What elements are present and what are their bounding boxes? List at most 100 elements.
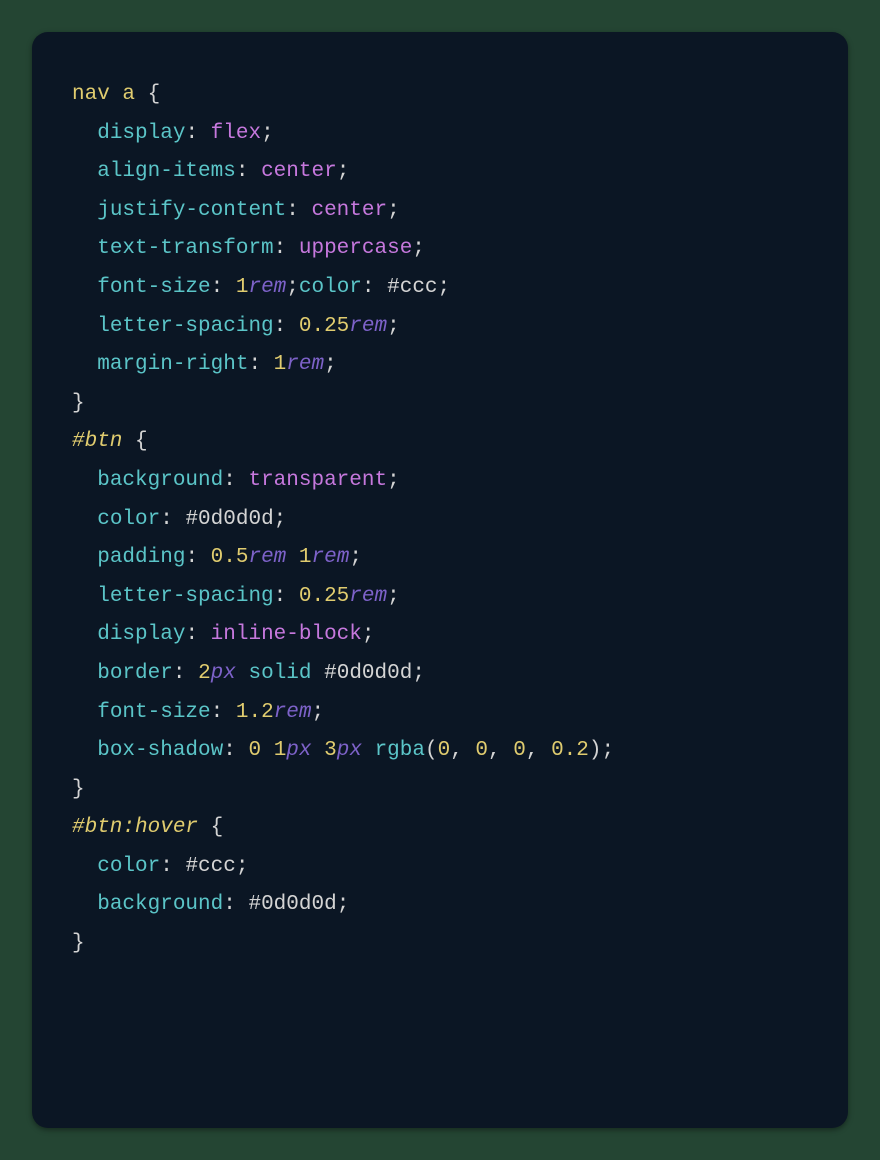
- code-token: :: [223, 469, 248, 492]
- code-token: 0.2: [551, 739, 589, 762]
- code-token: :: [274, 237, 299, 260]
- code-token: {: [198, 816, 223, 839]
- code-token: :: [248, 353, 273, 376]
- code-token: :: [160, 855, 185, 878]
- code-token: #0d0d0d: [324, 662, 412, 685]
- code-token: #0d0d0d: [185, 508, 273, 531]
- code-token: solid: [249, 662, 312, 685]
- code-token: ;: [337, 160, 350, 183]
- code-token: 1: [274, 739, 287, 762]
- code-token: 0.5: [211, 546, 249, 569]
- code-token: nav a: [72, 83, 135, 106]
- code-token: :: [185, 546, 210, 569]
- code-token: 0: [438, 739, 451, 762]
- code-token: :: [185, 122, 210, 145]
- code-token: 0.25: [299, 315, 349, 338]
- code-token: :: [286, 199, 311, 222]
- code-token: rem: [274, 701, 312, 724]
- code-token: ;: [362, 623, 375, 646]
- code-token: ;: [438, 276, 451, 299]
- code-token: 1: [274, 353, 287, 376]
- code-token: [236, 662, 249, 685]
- code-token: center: [311, 199, 387, 222]
- code-token: ;: [311, 701, 324, 724]
- code-token: ,: [450, 739, 475, 762]
- code-token: text-transform: [97, 237, 273, 260]
- code-token: ;: [236, 855, 249, 878]
- code-token: align-items: [97, 160, 236, 183]
- code-token: px: [337, 739, 362, 762]
- code-token: justify-content: [97, 199, 286, 222]
- code-token: 0: [513, 739, 526, 762]
- code-token: ;: [337, 893, 350, 916]
- code-token: rem: [312, 546, 350, 569]
- code-token: }: [72, 392, 85, 415]
- code-token: :: [236, 160, 261, 183]
- code-token: [261, 739, 274, 762]
- code-token: :: [223, 739, 248, 762]
- code-token: font-size: [97, 701, 210, 724]
- code-token: }: [72, 932, 85, 955]
- code-token: color: [97, 855, 160, 878]
- code-token: 0: [248, 739, 261, 762]
- code-token: font-size: [97, 276, 210, 299]
- code-token: #ccc: [387, 276, 437, 299]
- code-token: ;: [286, 276, 299, 299]
- code-token: 0: [475, 739, 488, 762]
- code-token: [362, 739, 375, 762]
- code-token: ;: [387, 469, 400, 492]
- code-token: 3: [324, 739, 337, 762]
- code-token: padding: [97, 546, 185, 569]
- code-card: nav a { display: flex; align-items: cent…: [32, 32, 848, 1128]
- code-token: px: [286, 739, 311, 762]
- code-token: transparent: [248, 469, 387, 492]
- code-token: ,: [526, 739, 551, 762]
- code-token: ;: [324, 353, 337, 376]
- code-token: #btn: [72, 430, 122, 453]
- code-token: {: [122, 430, 147, 453]
- code-token: ;: [349, 546, 362, 569]
- code-token: border: [97, 662, 173, 685]
- code-token: 0.25: [299, 585, 349, 608]
- css-code-block: nav a { display: flex; align-items: cent…: [72, 76, 808, 964]
- code-token: rem: [248, 546, 286, 569]
- code-token: ): [589, 739, 602, 762]
- code-token: px: [211, 662, 236, 685]
- code-token: :: [211, 701, 236, 724]
- code-token: :: [274, 315, 299, 338]
- code-token: 2: [198, 662, 211, 685]
- code-token: [286, 546, 299, 569]
- code-token: 1: [299, 546, 312, 569]
- code-token: ;: [412, 237, 425, 260]
- code-token: :: [223, 893, 248, 916]
- code-token: letter-spacing: [97, 585, 273, 608]
- code-token: ;: [387, 315, 400, 338]
- code-token: :: [185, 623, 210, 646]
- code-token: 1: [236, 276, 249, 299]
- code-token: inline-block: [211, 623, 362, 646]
- code-token: {: [135, 83, 160, 106]
- code-token: :: [173, 662, 198, 685]
- code-token: ;: [602, 739, 615, 762]
- code-token: :hover: [122, 816, 198, 839]
- code-token: center: [261, 160, 337, 183]
- code-token: rem: [349, 315, 387, 338]
- code-token: ;: [387, 199, 400, 222]
- code-token: ;: [261, 122, 274, 145]
- code-token: background: [97, 893, 223, 916]
- code-token: :: [160, 508, 185, 531]
- code-token: rem: [248, 276, 286, 299]
- code-token: ;: [387, 585, 400, 608]
- code-token: :: [211, 276, 236, 299]
- code-token: #0d0d0d: [248, 893, 336, 916]
- code-token: background: [97, 469, 223, 492]
- code-token: #btn: [72, 816, 122, 839]
- code-token: (: [425, 739, 438, 762]
- code-token: rem: [286, 353, 324, 376]
- code-token: [312, 739, 325, 762]
- code-token: rem: [349, 585, 387, 608]
- code-token: :: [362, 276, 387, 299]
- code-token: uppercase: [299, 237, 412, 260]
- code-token: ;: [412, 662, 425, 685]
- code-token: :: [274, 585, 299, 608]
